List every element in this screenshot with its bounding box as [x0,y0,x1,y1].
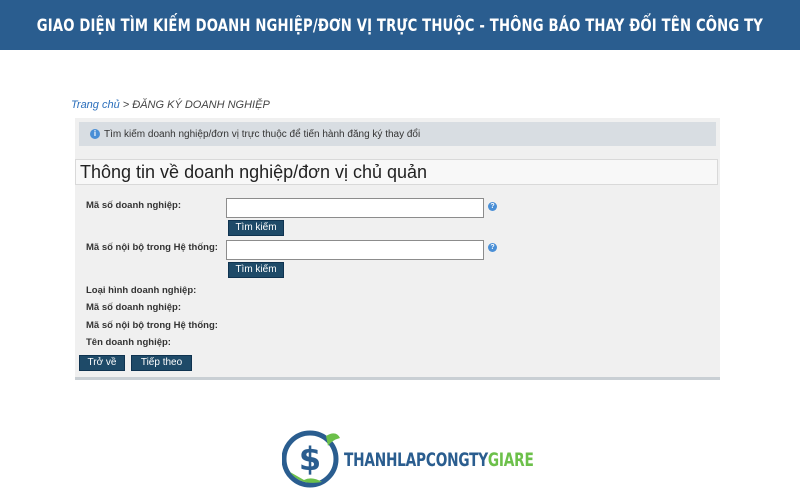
enterprise-code-help-icon[interactable]: ? [488,202,497,211]
brand-logo-text-main: THANHLAPCONGTY [344,449,488,471]
brand-logo: $ THANHLAPCONGTYGIARE [281,426,534,492]
dollar-leaf-logo-icon: $ [281,430,340,488]
enterprise-name-label: Tên doanh nghiệp: [86,337,171,348]
result-internal-code-label: Mã số nội bộ trong Hệ thống: [86,320,218,331]
internal-code-help-icon[interactable]: ? [488,243,497,252]
banner: GIAO DIỆN TÌM KIẾM DOANH NGHIỆP/ĐƠN VỊ T… [0,0,800,50]
search-enterprise-code-button[interactable]: Tìm kiếm [228,220,284,236]
svg-text:$: $ [299,440,321,478]
enterprise-type-label: Loại hình doanh nghiệp: [86,285,197,296]
internal-code-input[interactable] [226,240,484,260]
info-icon: i [90,129,100,139]
brand-logo-text-accent: GIARE [487,449,534,471]
breadcrumb: Trang chủ > ĐĂNG KÝ DOANH NGHIỆP [71,99,270,111]
breadcrumb-home-link[interactable]: Trang chủ [71,99,120,111]
enterprise-code-label: Mã số doanh nghiệp: [86,200,181,211]
section-title: Thông tin về doanh nghiệp/đơn vị chủ quả… [75,159,718,185]
info-bar: i Tìm kiếm doanh nghiệp/đơn vị trực thuộ… [79,122,716,146]
enterprise-code-input[interactable] [226,198,484,218]
search-internal-code-button[interactable]: Tìm kiếm [228,262,284,278]
info-text: Tìm kiếm doanh nghiệp/đơn vị trực thuộc … [104,128,421,140]
brand-logo-text: THANHLAPCONGTYGIARE [344,449,534,471]
breadcrumb-current: ĐĂNG KÝ DOANH NGHIỆP [132,99,270,111]
breadcrumb-separator: > [119,99,133,111]
next-button[interactable]: Tiếp theo [131,355,192,371]
back-button[interactable]: Trở về [79,355,125,371]
search-panel: i Tìm kiếm doanh nghiệp/đơn vị trực thuộ… [75,118,720,380]
banner-title: GIAO DIỆN TÌM KIẾM DOANH NGHIỆP/ĐƠN VỊ T… [36,15,764,35]
result-enterprise-code-label: Mã số doanh nghiệp: [86,302,181,313]
internal-code-label: Mã số nội bộ trong Hệ thống: [86,242,218,253]
